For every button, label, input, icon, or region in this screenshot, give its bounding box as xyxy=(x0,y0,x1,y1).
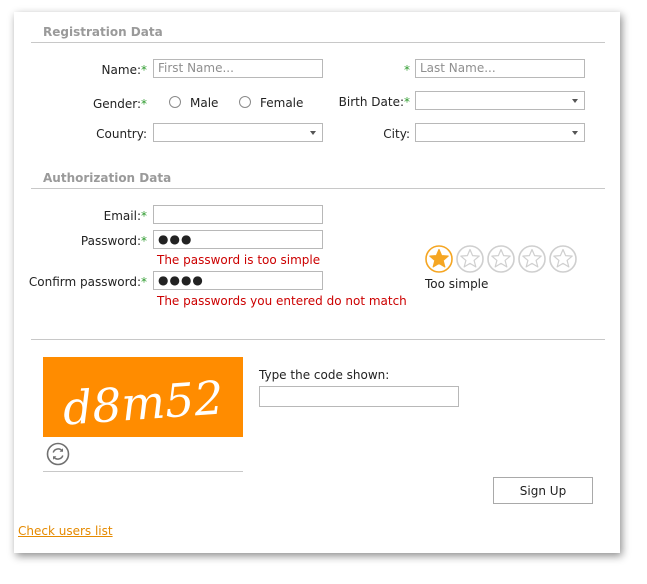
confirm-password-error: The passwords you entered do not match xyxy=(157,294,407,308)
registration-section-divider xyxy=(31,42,605,43)
email-label: Email:* xyxy=(103,209,147,223)
registration-form-panel: Registration Data Name:* First Name... *… xyxy=(14,12,620,553)
password-value: ●●● xyxy=(158,232,193,246)
captcha-code-graphic: d8m52 xyxy=(61,370,225,435)
chevron-down-icon[interactable] xyxy=(572,131,578,135)
country-select[interactable] xyxy=(153,123,323,142)
city-label: City: xyxy=(383,127,410,141)
last-name-placeholder: Last Name... xyxy=(420,61,496,75)
last-name-required-mark: * xyxy=(404,63,410,77)
chevron-down-icon[interactable] xyxy=(572,99,578,103)
confirm-password-input[interactable]: ●●●● xyxy=(153,271,323,290)
star-empty-icon xyxy=(456,245,484,273)
password-label: Password:* xyxy=(80,234,147,248)
last-name-input[interactable]: Last Name... xyxy=(415,59,585,78)
registration-section-title: Registration Data xyxy=(43,25,163,39)
confirm-password-label: Confirm password:* xyxy=(28,275,147,289)
captcha-underline xyxy=(43,471,243,472)
password-input[interactable]: ●●● xyxy=(153,230,323,249)
captcha-section-divider xyxy=(31,339,605,340)
gender-male-radio[interactable] xyxy=(169,96,181,108)
captcha-input[interactable] xyxy=(259,386,459,407)
confirm-password-value: ●●●● xyxy=(158,273,204,287)
gender-male-label: Male xyxy=(190,96,219,110)
refresh-icon[interactable] xyxy=(46,442,70,466)
star-filled-icon xyxy=(425,245,453,273)
password-error: The password is too simple xyxy=(157,253,321,267)
authorization-section-title: Authorization Data xyxy=(43,171,172,185)
captcha-code-text: d8m52 xyxy=(61,370,225,435)
authorization-section-divider xyxy=(31,188,605,189)
star-empty-icon xyxy=(518,245,546,273)
birth-date-label: Birth Date:* xyxy=(338,95,410,109)
star-empty-icon xyxy=(549,245,577,273)
birth-date-input[interactable] xyxy=(415,91,585,110)
first-name-placeholder: First Name... xyxy=(158,61,234,75)
star-empty-icon xyxy=(487,245,515,273)
name-label: Name:* xyxy=(101,63,147,77)
email-input[interactable] xyxy=(153,205,323,224)
city-select[interactable] xyxy=(415,123,585,142)
first-name-input[interactable]: First Name... xyxy=(153,59,323,78)
check-users-list-link[interactable]: Check users list xyxy=(18,524,113,538)
country-label: Country: xyxy=(96,127,147,141)
gender-label: Gender:* xyxy=(92,97,147,111)
password-strength-text: Too simple xyxy=(425,277,489,291)
gender-female-radio[interactable] xyxy=(239,96,251,108)
chevron-down-icon[interactable] xyxy=(310,131,316,135)
captcha-prompt-label: Type the code shown: xyxy=(259,368,390,382)
captcha-image: d8m52 xyxy=(43,357,243,437)
gender-female-label: Female xyxy=(260,96,304,110)
sign-up-button[interactable]: Sign Up xyxy=(493,477,593,504)
